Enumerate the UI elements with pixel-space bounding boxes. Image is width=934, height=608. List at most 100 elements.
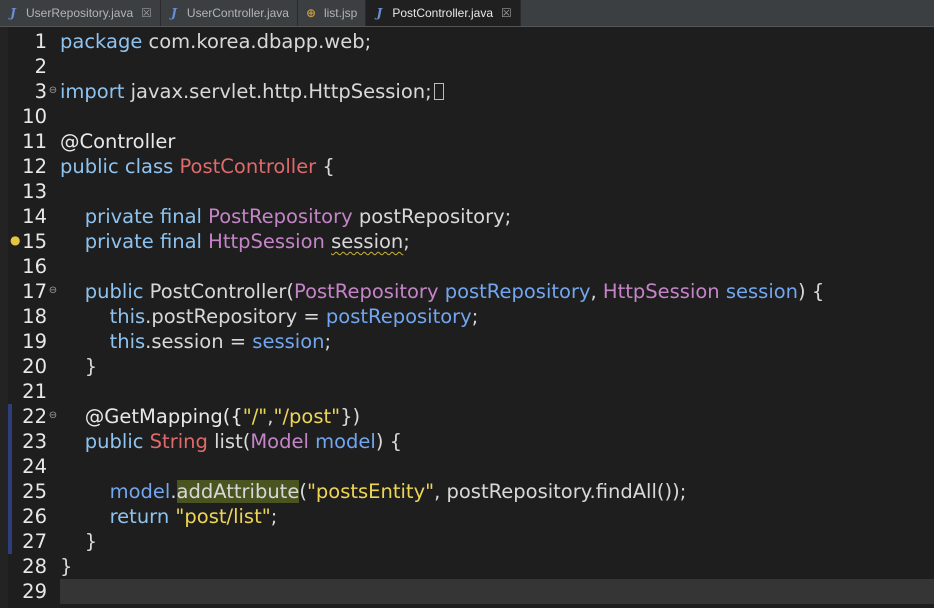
line-number: 14: [22, 205, 47, 228]
code-text: return "post/list";: [60, 504, 278, 529]
code-line[interactable]: 23 public String list(Model model) {: [0, 429, 934, 454]
current-line-highlight: [60, 579, 934, 604]
code-text: }: [60, 529, 97, 554]
code-token: this: [60, 305, 146, 328]
jsp-file-icon: ⊕: [305, 6, 316, 20]
code-editor[interactable]: 1 package com.korea.dbapp.web; 2 3 ⊖ import j…: [0, 27, 934, 608]
line-number: 18: [22, 305, 47, 328]
code-text: }: [60, 554, 72, 579]
close-tab-icon[interactable]: ☒: [501, 7, 512, 19]
code-text: public class PostController {: [60, 154, 335, 179]
code-token: ;: [270, 505, 278, 528]
code-token: Model: [250, 430, 309, 453]
code-line[interactable]: 25 model.addAttribute("postsEntity", pos…: [0, 479, 934, 504]
code-line[interactable]: 22 ⊖ @GetMapping({"/","/post"}): [0, 404, 934, 429]
code-token: HttpSession: [208, 230, 325, 253]
code-token: PostController: [179, 155, 317, 178]
tab-userrepository-java[interactable]: J UserRepository.java ☒: [0, 0, 161, 26]
fold-toggle-icon[interactable]: ⊖: [48, 79, 58, 103]
line-number: 11: [22, 130, 47, 153]
code-line[interactable]: 24: [0, 454, 934, 479]
code-token: }): [340, 405, 361, 428]
code-line[interactable]: 16: [0, 254, 934, 279]
tab-label: PostController.java: [392, 6, 494, 20]
tab-usercontroller-java[interactable]: J UserController.java: [161, 0, 298, 26]
line-number: 22: [22, 405, 47, 428]
code-token: session: [719, 280, 799, 303]
tab-postcontroller-java[interactable]: J PostController.java ☒: [366, 0, 521, 26]
close-tab-icon[interactable]: ☒: [141, 7, 152, 19]
code-line[interactable]: 11 @Controller: [0, 129, 934, 154]
line-number: 26: [22, 505, 47, 528]
code-token: {: [316, 155, 335, 178]
folded-region-marker[interactable]: [433, 83, 444, 100]
code-text: import javax.servlet.http.HttpSession;: [60, 79, 444, 104]
line-number: 15: [22, 230, 47, 253]
code-line[interactable]: 19 this.session = session;: [0, 329, 934, 354]
code-token: }: [60, 530, 98, 553]
code-line[interactable]: 28}: [0, 554, 934, 579]
code-token: }: [60, 555, 73, 578]
line-number: 1: [34, 30, 47, 53]
tab-list-jsp[interactable]: ⊕ list.jsp: [298, 0, 367, 26]
code-token: postRepository: [438, 280, 591, 303]
code-line[interactable]: 14 private final PostRepository postRepo…: [0, 204, 934, 229]
line-number: 16: [22, 255, 47, 278]
code-token: ;: [324, 330, 332, 353]
code-line[interactable]: 3 ⊖ import javax.servlet.http.HttpSession;: [0, 79, 934, 104]
code-token: ;: [471, 305, 479, 328]
code-token: private final: [60, 205, 209, 228]
code-text: public String list(Model model) {: [60, 429, 402, 454]
code-token: PostController(: [149, 280, 294, 303]
code-text: this.postRepository = postRepository;: [60, 304, 479, 329]
line-number: 12: [22, 155, 47, 178]
fold-toggle-icon[interactable]: ⊖: [48, 404, 58, 428]
code-token: import: [60, 80, 125, 103]
code-token: ) {: [375, 430, 403, 453]
line-number: 29: [22, 580, 47, 603]
code-token: String: [149, 430, 208, 453]
code-token: PostRepository: [208, 205, 353, 228]
line-number: 20: [22, 355, 47, 378]
line-number: 10: [22, 105, 47, 128]
code-token: "postsEntity": [306, 480, 435, 503]
code-line[interactable]: 20 }: [0, 354, 934, 379]
line-number: 17: [22, 280, 47, 303]
code-line[interactable]: 12 public class PostController {: [0, 154, 934, 179]
code-token: private final: [60, 230, 209, 253]
fold-toggle-icon[interactable]: ⊖: [48, 279, 58, 303]
code-line[interactable]: ● 15 private final HttpSession session;: [0, 229, 934, 254]
code-token: "/post": [273, 405, 341, 428]
code-line[interactable]: 29: [0, 579, 934, 604]
code-text: }: [60, 354, 97, 379]
code-token: postRepository: [325, 305, 472, 328]
code-line[interactable]: 13: [0, 179, 934, 204]
code-token: ;: [403, 230, 410, 253]
code-token: HttpSession: [602, 280, 720, 303]
code-token: model: [308, 430, 376, 453]
code-text: package com.korea.dbapp.web;: [60, 29, 371, 54]
code-token: addAttribute: [176, 480, 300, 503]
code-token: ,: [590, 280, 603, 303]
code-token: .: [170, 480, 177, 503]
code-line[interactable]: 1 package com.korea.dbapp.web;: [0, 29, 934, 54]
code-text: private final HttpSession session;: [60, 229, 410, 254]
code-line[interactable]: 26 return "post/list";: [0, 504, 934, 529]
code-token: list(: [207, 430, 251, 453]
java-file-icon: J: [376, 6, 383, 20]
code-token: session: [331, 230, 404, 253]
code-token: PostRepository: [294, 280, 439, 303]
code-line[interactable]: 18 this.postRepository = postRepository;: [0, 304, 934, 329]
code-line[interactable]: 10: [0, 104, 934, 129]
line-number: 3: [34, 80, 47, 103]
code-text: model.addAttribute("postsEntity", postRe…: [60, 479, 686, 504]
code-line[interactable]: 21: [0, 379, 934, 404]
tab-label: UserController.java: [186, 6, 289, 20]
code-line[interactable]: 27 }: [0, 529, 934, 554]
line-number: 13: [22, 180, 47, 203]
code-token: .postRepository =: [145, 305, 326, 328]
code-token: public: [60, 280, 150, 303]
code-token: , postRepository.findAll());: [434, 480, 687, 503]
code-line[interactable]: 17 ⊖ public PostController(PostRepository…: [0, 279, 934, 304]
code-line[interactable]: 2: [0, 54, 934, 79]
